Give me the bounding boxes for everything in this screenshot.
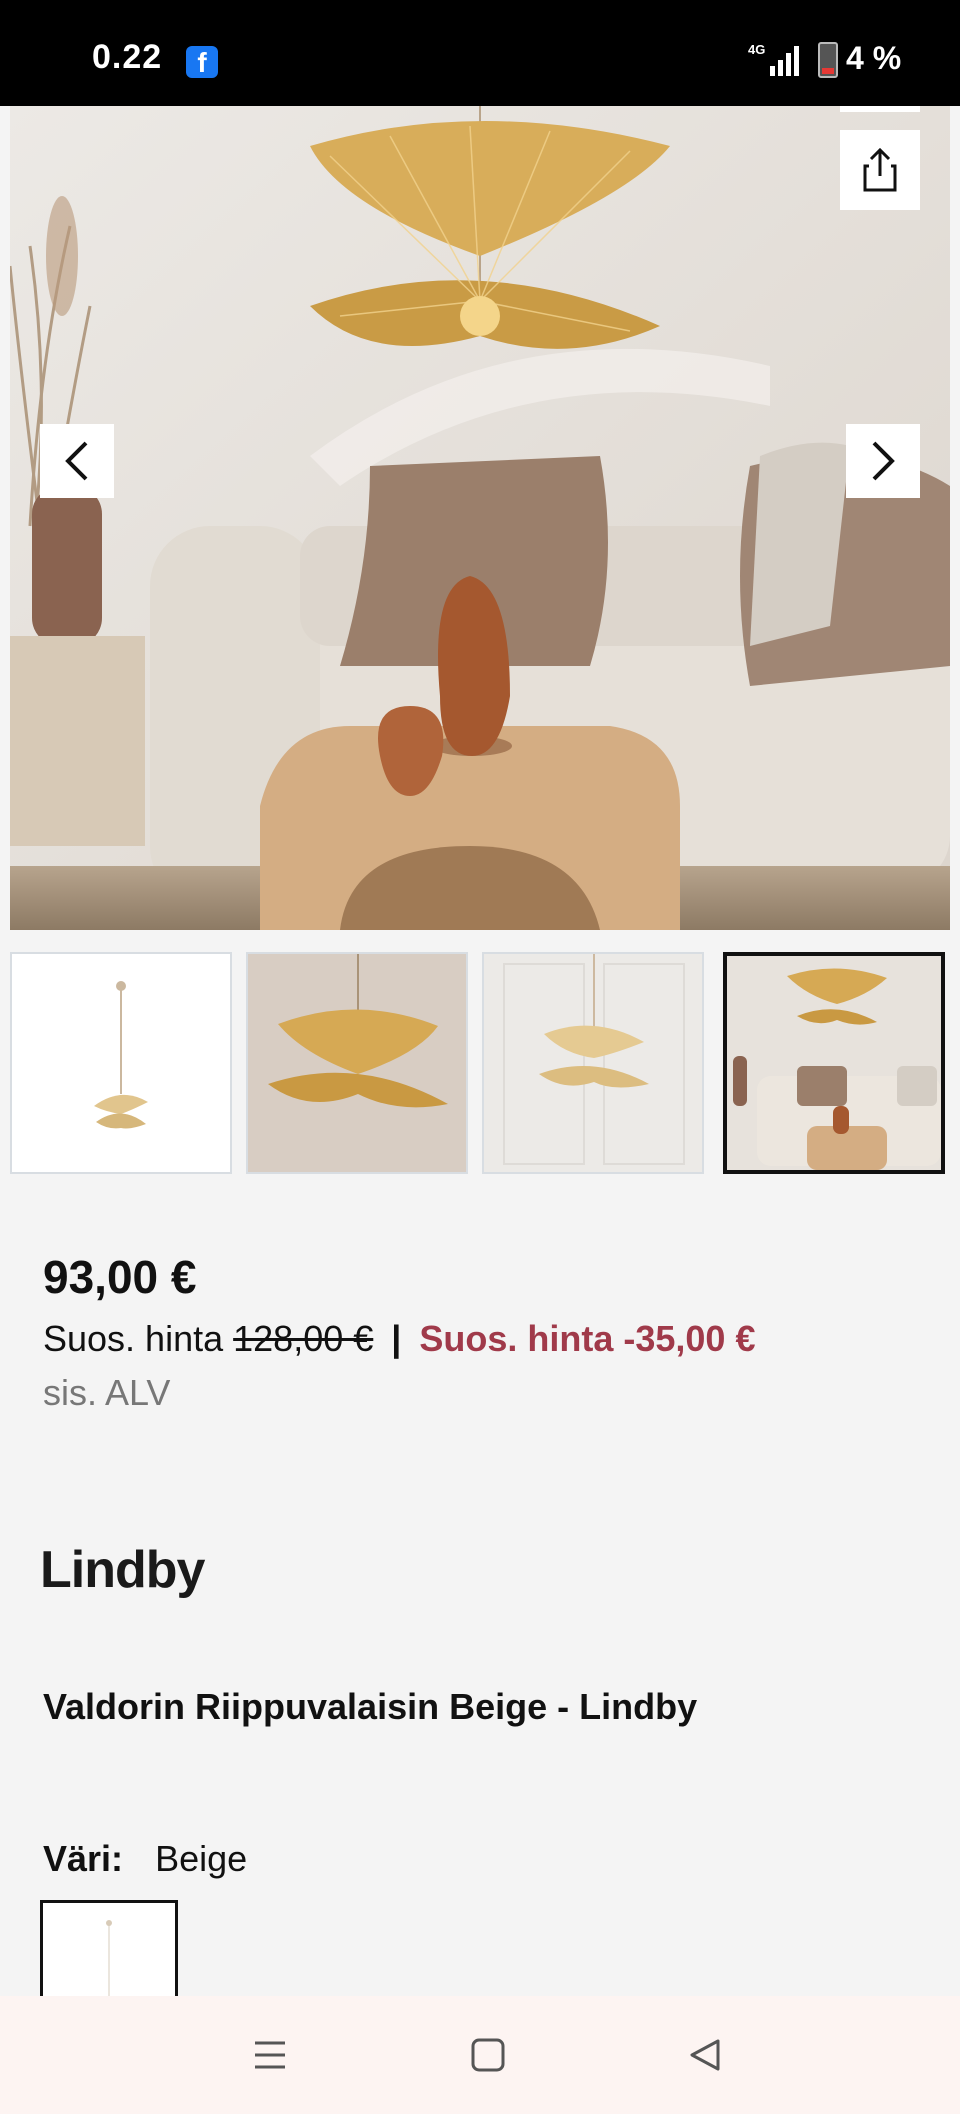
product-price: 93,00 €	[43, 1251, 197, 1303]
home-icon	[471, 2038, 505, 2072]
color-value: Beige	[155, 1838, 248, 1879]
recent-apps-button[interactable]	[245, 2030, 295, 2080]
discount-text: Suos. hinta -35,00 €	[419, 1318, 756, 1359]
product-title: Valdorin Riippuvalaisin Beige - Lindby	[43, 1686, 698, 1727]
status-time: 0.22	[92, 38, 163, 76]
thumbnail-2[interactable]	[246, 952, 468, 1174]
share-icon	[863, 148, 897, 192]
recent-apps-icon	[255, 2041, 285, 2069]
battery-percent: 4 %	[846, 40, 902, 76]
system-nav-bar	[0, 1996, 960, 2114]
share-button[interactable]	[840, 130, 920, 210]
back-button[interactable]	[680, 2030, 730, 2080]
living-room-image	[10, 106, 950, 930]
next-image-button[interactable]	[846, 424, 920, 498]
thumbnail-4[interactable]	[723, 952, 945, 1174]
thumbnail-1[interactable]	[10, 952, 232, 1174]
signal-icon: 4G	[748, 42, 799, 76]
color-label: Väri:	[43, 1838, 124, 1879]
previous-image-button[interactable]	[40, 424, 114, 498]
recommended-price-label: Suos. hinta	[43, 1318, 224, 1359]
thumbnail-3[interactable]	[482, 952, 704, 1174]
vat-note: sis. ALV	[43, 1372, 171, 1413]
chevron-right-icon	[872, 441, 895, 481]
home-button[interactable]	[463, 2030, 513, 2080]
status-bar: 0.22 f 4G 4 %	[0, 0, 960, 106]
battery-icon	[818, 42, 838, 78]
chevron-left-icon	[65, 441, 88, 481]
price-separator: |	[391, 1318, 402, 1359]
color-row: Väri: Beige	[43, 1838, 247, 1880]
recommended-price: 128,00 €	[233, 1318, 374, 1359]
facebook-icon: f	[186, 46, 218, 78]
product-main-image[interactable]	[10, 106, 950, 930]
brand-logo[interactable]: Lindby	[40, 1540, 205, 1600]
thumbnail-strip	[10, 952, 950, 1178]
recommended-price-row: Suos. hinta 128,00 € | Suos. hinta -35,00 …	[43, 1318, 755, 1360]
svg-text:4G: 4G	[748, 42, 765, 57]
back-icon	[690, 2039, 720, 2071]
